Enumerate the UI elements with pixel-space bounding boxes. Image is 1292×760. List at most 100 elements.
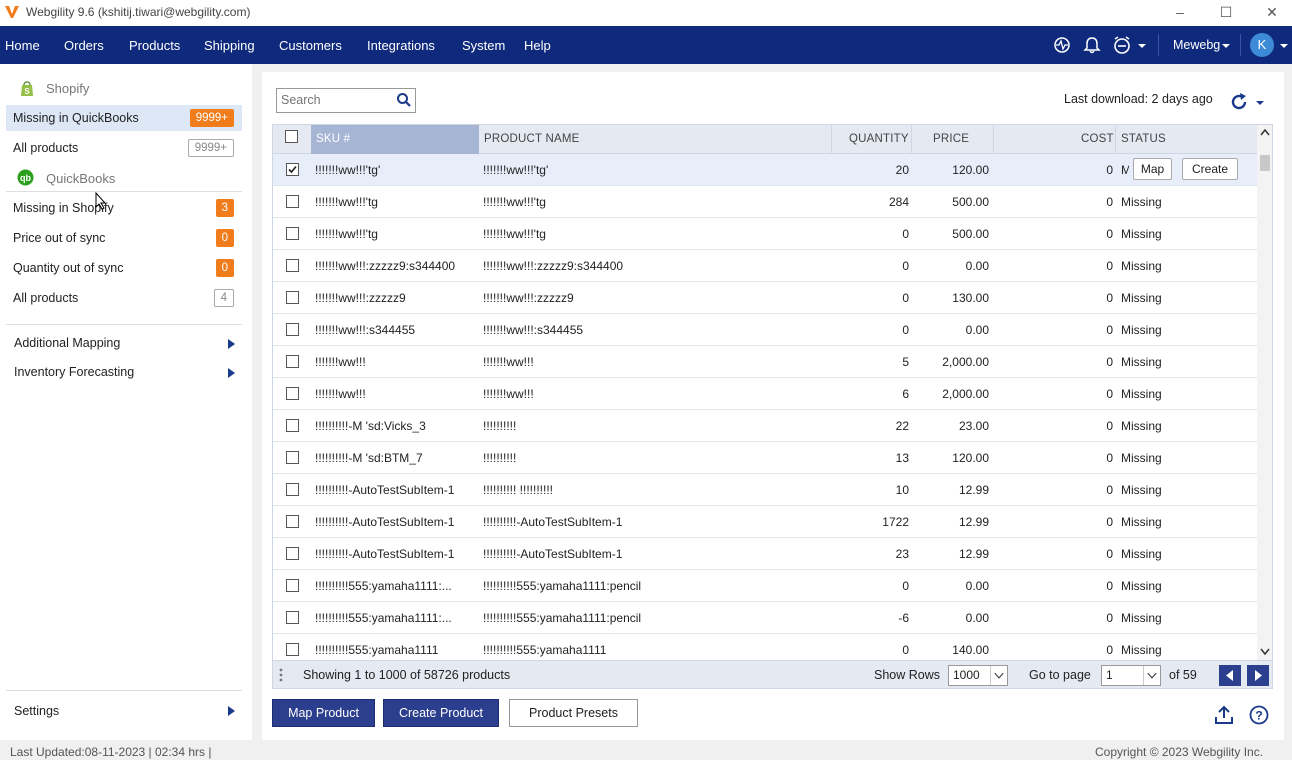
row-checkbox[interactable] — [286, 611, 299, 624]
table-row[interactable]: !!!!!!!ww!!!'tg !!!!!!!ww!!!'tg 0 500.00 0 Mi… — [273, 218, 1257, 250]
column-header-quantity[interactable]: QUANTITY — [849, 133, 909, 145]
table-row[interactable]: !!!!!!!ww!!!:zzzzz9:s344400 !!!!!!!ww!!!:… — [273, 250, 1257, 282]
additional-mapping-menu[interactable]: Additional Mapping — [14, 336, 120, 350]
scroll-down-arrow-icon[interactable] — [1260, 648, 1270, 656]
row-checkbox[interactable] — [286, 419, 299, 432]
search-input[interactable] — [281, 89, 391, 111]
status-cell: Missing — [1121, 643, 1162, 657]
nav-home[interactable]: Home — [5, 38, 40, 53]
sidebar-item-missing-in-shopify[interactable]: Missing in Shopify 3 — [6, 195, 242, 221]
sidebar-item-quantity-out-of-sync[interactable]: Quantity out of sync 0 — [6, 255, 242, 281]
product-name-cell: !!!!!!!!!!-AutoTestSubItem-1 — [483, 547, 623, 561]
sku-column-header[interactable]: SKU # — [311, 125, 479, 154]
row-checkbox[interactable] — [286, 451, 299, 464]
nav-products[interactable]: Products — [129, 38, 180, 53]
table-row[interactable]: !!!!!!!!!!555:yamaha1111:... !!!!!!!!!!55… — [273, 602, 1257, 634]
product-name-cell: !!!!!!!ww!!! — [483, 355, 534, 369]
row-checkbox[interactable] — [286, 547, 299, 560]
go-to-page-select[interactable]: 1 — [1101, 665, 1161, 686]
select-all-checkbox[interactable] — [285, 130, 298, 143]
cost-cell: 0 — [1106, 643, 1113, 657]
maximize-button[interactable]: ☐ — [1206, 2, 1246, 22]
settings-menu[interactable]: Settings — [14, 704, 59, 718]
sidebar-item-shopify-all-products[interactable]: All products 9999+ — [6, 135, 242, 161]
show-rows-select[interactable]: 1000 — [948, 665, 1008, 686]
table-row[interactable]: !!!!!!!!!!555:yamaha1111 !!!!!!!!!!555:ya… — [273, 634, 1257, 660]
table-row[interactable]: !!!!!!!!!!-AutoTestSubItem-1 !!!!!!!!!!-A… — [273, 538, 1257, 570]
row-checkbox[interactable] — [286, 163, 299, 176]
export-upload-icon[interactable] — [1214, 705, 1234, 725]
column-header-status[interactable]: STATUS — [1121, 133, 1166, 145]
next-page-button[interactable] — [1247, 665, 1269, 686]
help-icon[interactable]: ? — [1249, 705, 1269, 725]
create-product-button[interactable]: Create Product — [383, 699, 499, 727]
row-checkbox[interactable] — [286, 323, 299, 336]
table-row[interactable]: !!!!!!!ww!!!'tg !!!!!!!ww!!!'tg 284 500.00 0… — [273, 186, 1257, 218]
nav-system[interactable]: System — [462, 38, 505, 53]
company-chevron-down-icon[interactable] — [1221, 34, 1231, 56]
chevron-down-icon[interactable] — [990, 666, 1007, 685]
table-row[interactable]: !!!!!!!ww!!! !!!!!!!ww!!! 6 2,000.00 0 Missin… — [273, 378, 1257, 410]
search-icon[interactable] — [396, 92, 412, 108]
row-checkbox[interactable] — [286, 483, 299, 496]
table-row[interactable]: !!!!!!!ww!!!:zzzzz9 !!!!!!!ww!!!:zzzzz9 0 1… — [273, 282, 1257, 314]
minimize-button[interactable]: – — [1160, 2, 1200, 22]
chevron-right-icon[interactable] — [228, 368, 235, 378]
user-chevron-down-icon[interactable] — [1279, 34, 1289, 56]
table-row[interactable]: !!!!!!!ww!!!'tg' !!!!!!!ww!!!'tg' 20 120.00… — [273, 154, 1257, 186]
product-presets-button[interactable]: Product Presets — [509, 699, 638, 727]
table-row[interactable]: !!!!!!!!!!555:yamaha1111:... !!!!!!!!!!55… — [273, 570, 1257, 602]
table-row[interactable]: !!!!!!!!!!-AutoTestSubItem-1 !!!!!!!!!!-A… — [273, 506, 1257, 538]
table-row[interactable]: !!!!!!!!!!-AutoTestSubItem-1 !!!!!!!!!! !… — [273, 474, 1257, 506]
search-box[interactable] — [276, 88, 416, 113]
sidebar-item-price-out-of-sync[interactable]: Price out of sync 0 — [6, 225, 242, 251]
drag-handle-icon[interactable] — [279, 668, 283, 682]
table-row[interactable]: !!!!!!!!!!-M 'sd:Vicks_3!!!!!!!!!! 22 23.0… — [273, 410, 1257, 442]
row-checkbox[interactable] — [286, 355, 299, 368]
vertical-scrollbar[interactable] — [1257, 125, 1272, 660]
nav-shipping[interactable]: Shipping — [204, 38, 255, 53]
map-product-button[interactable]: Map Product — [272, 699, 375, 727]
price-cell: 120.00 — [952, 163, 989, 177]
quantity-cell: 6 — [902, 387, 909, 401]
inventory-forecasting-menu[interactable]: Inventory Forecasting — [14, 365, 134, 379]
nav-customers[interactable]: Customers — [279, 38, 342, 53]
sidebar-item-missing-in-quickbooks[interactable]: Missing in QuickBooks 9999+ — [6, 105, 242, 131]
nav-help[interactable]: Help — [524, 38, 551, 53]
close-window-button[interactable]: ✕ — [1252, 2, 1292, 22]
row-checkbox[interactable] — [286, 291, 299, 304]
scrollbar-thumb[interactable] — [1260, 155, 1270, 171]
company-selector[interactable]: Mewebg — [1173, 38, 1220, 52]
previous-page-button[interactable] — [1219, 665, 1241, 686]
nav-integrations[interactable]: Integrations — [367, 38, 435, 53]
column-header-cost[interactable]: COST — [1081, 133, 1114, 145]
cost-cell: 0 — [1106, 195, 1113, 209]
chevron-right-icon[interactable] — [228, 339, 235, 349]
nav-orders[interactable]: Orders — [64, 38, 104, 53]
table-row[interactable]: !!!!!!!ww!!!:s344455 !!!!!!!ww!!!:s344455… — [273, 314, 1257, 346]
row-checkbox[interactable] — [286, 579, 299, 592]
row-map-button[interactable]: Map — [1133, 158, 1172, 180]
alarm-clock-icon[interactable] — [1112, 34, 1150, 56]
row-checkbox[interactable] — [286, 227, 299, 240]
row-checkbox[interactable] — [286, 259, 299, 272]
column-header-price[interactable]: PRICE — [933, 133, 969, 145]
product-name-cell: !!!!!!!!!! !!!!!!!!!! — [483, 483, 554, 497]
chevron-down-icon[interactable] — [1143, 666, 1160, 685]
row-create-button[interactable]: Create — [1182, 158, 1238, 180]
table-row[interactable]: !!!!!!!!!!-M 'sd:BTM_7!!!!!!!!!! 13 120.00… — [273, 442, 1257, 474]
row-checkbox[interactable] — [286, 195, 299, 208]
bell-icon[interactable] — [1083, 34, 1101, 56]
count-badge: 4 — [213, 289, 234, 307]
activity-icon[interactable] — [1053, 34, 1071, 56]
chevron-right-icon[interactable] — [228, 706, 235, 716]
table-row[interactable]: !!!!!!!ww!!! !!!!!!!ww!!! 5 2,000.00 0 Missin… — [273, 346, 1257, 378]
row-checkbox[interactable] — [286, 643, 299, 656]
refresh-icon[interactable] — [1230, 92, 1266, 112]
row-checkbox[interactable] — [286, 515, 299, 528]
sidebar-item-quickbooks-all-products[interactable]: All products 4 — [6, 285, 242, 311]
column-header-product-name[interactable]: PRODUCT NAME — [484, 133, 579, 145]
row-checkbox[interactable] — [286, 387, 299, 400]
scroll-up-arrow-icon[interactable] — [1260, 128, 1270, 136]
user-avatar[interactable]: K — [1250, 33, 1274, 57]
